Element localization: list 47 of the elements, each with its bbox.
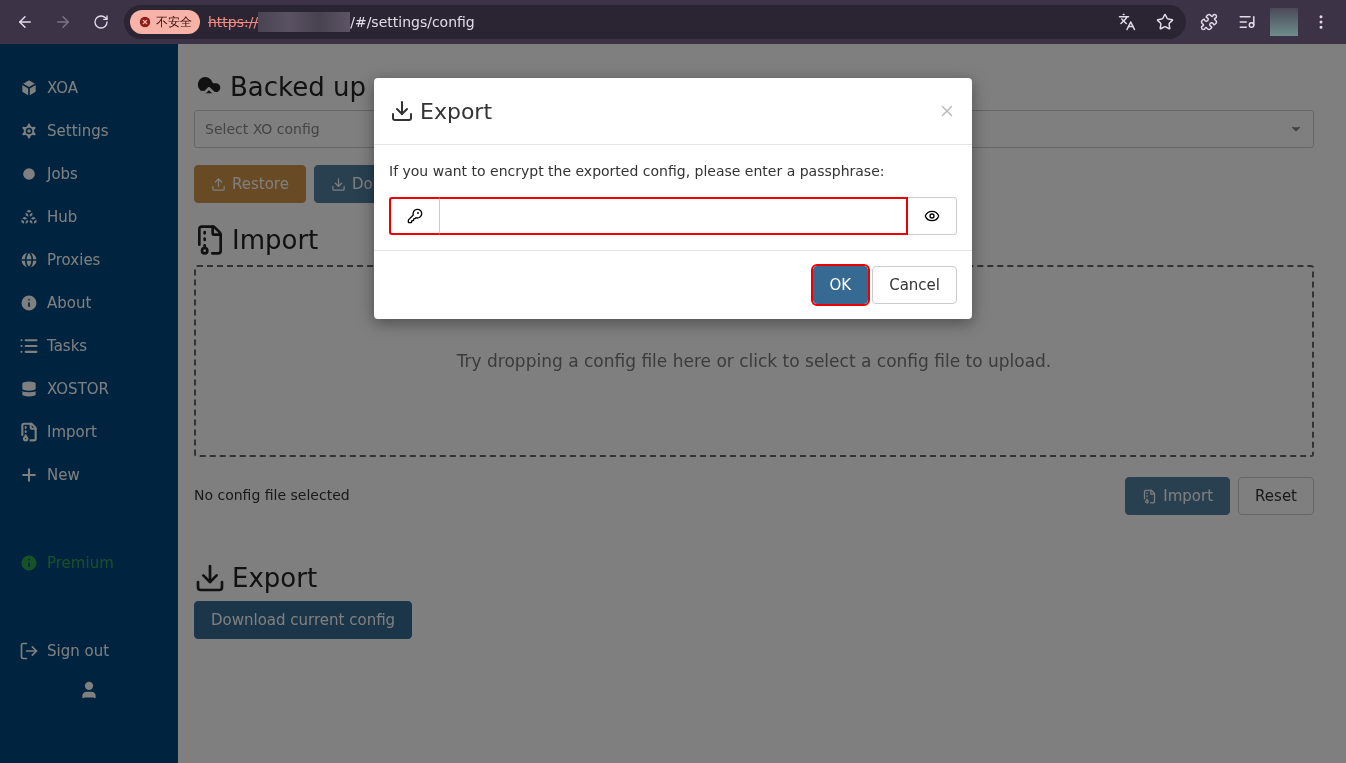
file-zip-icon: [1142, 488, 1158, 504]
status-text: No config file selected: [194, 487, 350, 503]
sidebar-item[interactable]: XOA: [0, 66, 178, 109]
gear-icon: [19, 120, 39, 141]
dialog-title: Export: [390, 98, 492, 124]
sidebar-item[interactable]: Import: [0, 410, 178, 453]
globe-icon: [19, 249, 39, 270]
boxes-icon: [19, 206, 39, 227]
address-bar[interactable]: https:// /#/settings/config: [208, 12, 475, 32]
dialog-message: If you want to encrypt the exported config, please enter a passphrase:: [389, 163, 886, 179]
download-icon: [330, 176, 346, 192]
sidebar-item[interactable]: Tasks: [0, 324, 178, 367]
error-icon: [138, 15, 152, 29]
download-icon: [390, 99, 414, 123]
dialog-button[interactable]: OK: [812, 266, 869, 304]
eye-icon: [924, 208, 940, 224]
section-title: Backed up: [230, 72, 366, 102]
info-icon: [19, 552, 39, 573]
sidebar-item[interactable]: XOSTOR: [0, 367, 178, 410]
action-button[interactable]: Reset: [1238, 477, 1314, 515]
not-secure-badge[interactable]: 不安全: [130, 10, 200, 34]
upload-icon: [211, 176, 226, 192]
back-icon[interactable]: [16, 13, 34, 31]
sidebar-item[interactable]: Settings: [0, 109, 178, 152]
info-icon: [19, 292, 39, 313]
sidebar-item[interactable]: Jobs: [0, 152, 178, 195]
forward-icon[interactable]: [54, 13, 72, 31]
sign-out-icon: [19, 640, 39, 661]
dialog-button[interactable]: Cancel: [872, 266, 957, 304]
key-icon: [407, 208, 423, 224]
file-zip-icon: [19, 421, 39, 442]
sidebar-item[interactable]: About: [0, 281, 178, 324]
section-title: Import: [232, 225, 319, 255]
user-icon[interactable]: [79, 680, 99, 700]
database-icon: [19, 378, 39, 399]
sidebar-item[interactable]: Proxies: [0, 238, 178, 281]
sidebar-item[interactable]: New: [0, 453, 178, 496]
sidebar-item[interactable]: Hub: [0, 195, 178, 238]
reload-icon[interactable]: [93, 14, 109, 30]
box-icon: [19, 77, 39, 98]
sign-out-link[interactable]: Sign out: [0, 629, 178, 672]
action-button[interactable]: Import: [1125, 477, 1231, 515]
show-password-button[interactable]: [908, 197, 957, 235]
download-icon: [194, 562, 226, 594]
passphrase-field[interactable]: [439, 197, 908, 235]
download-config-button[interactable]: Download current config: [194, 601, 413, 639]
section-title: Export: [232, 563, 318, 593]
